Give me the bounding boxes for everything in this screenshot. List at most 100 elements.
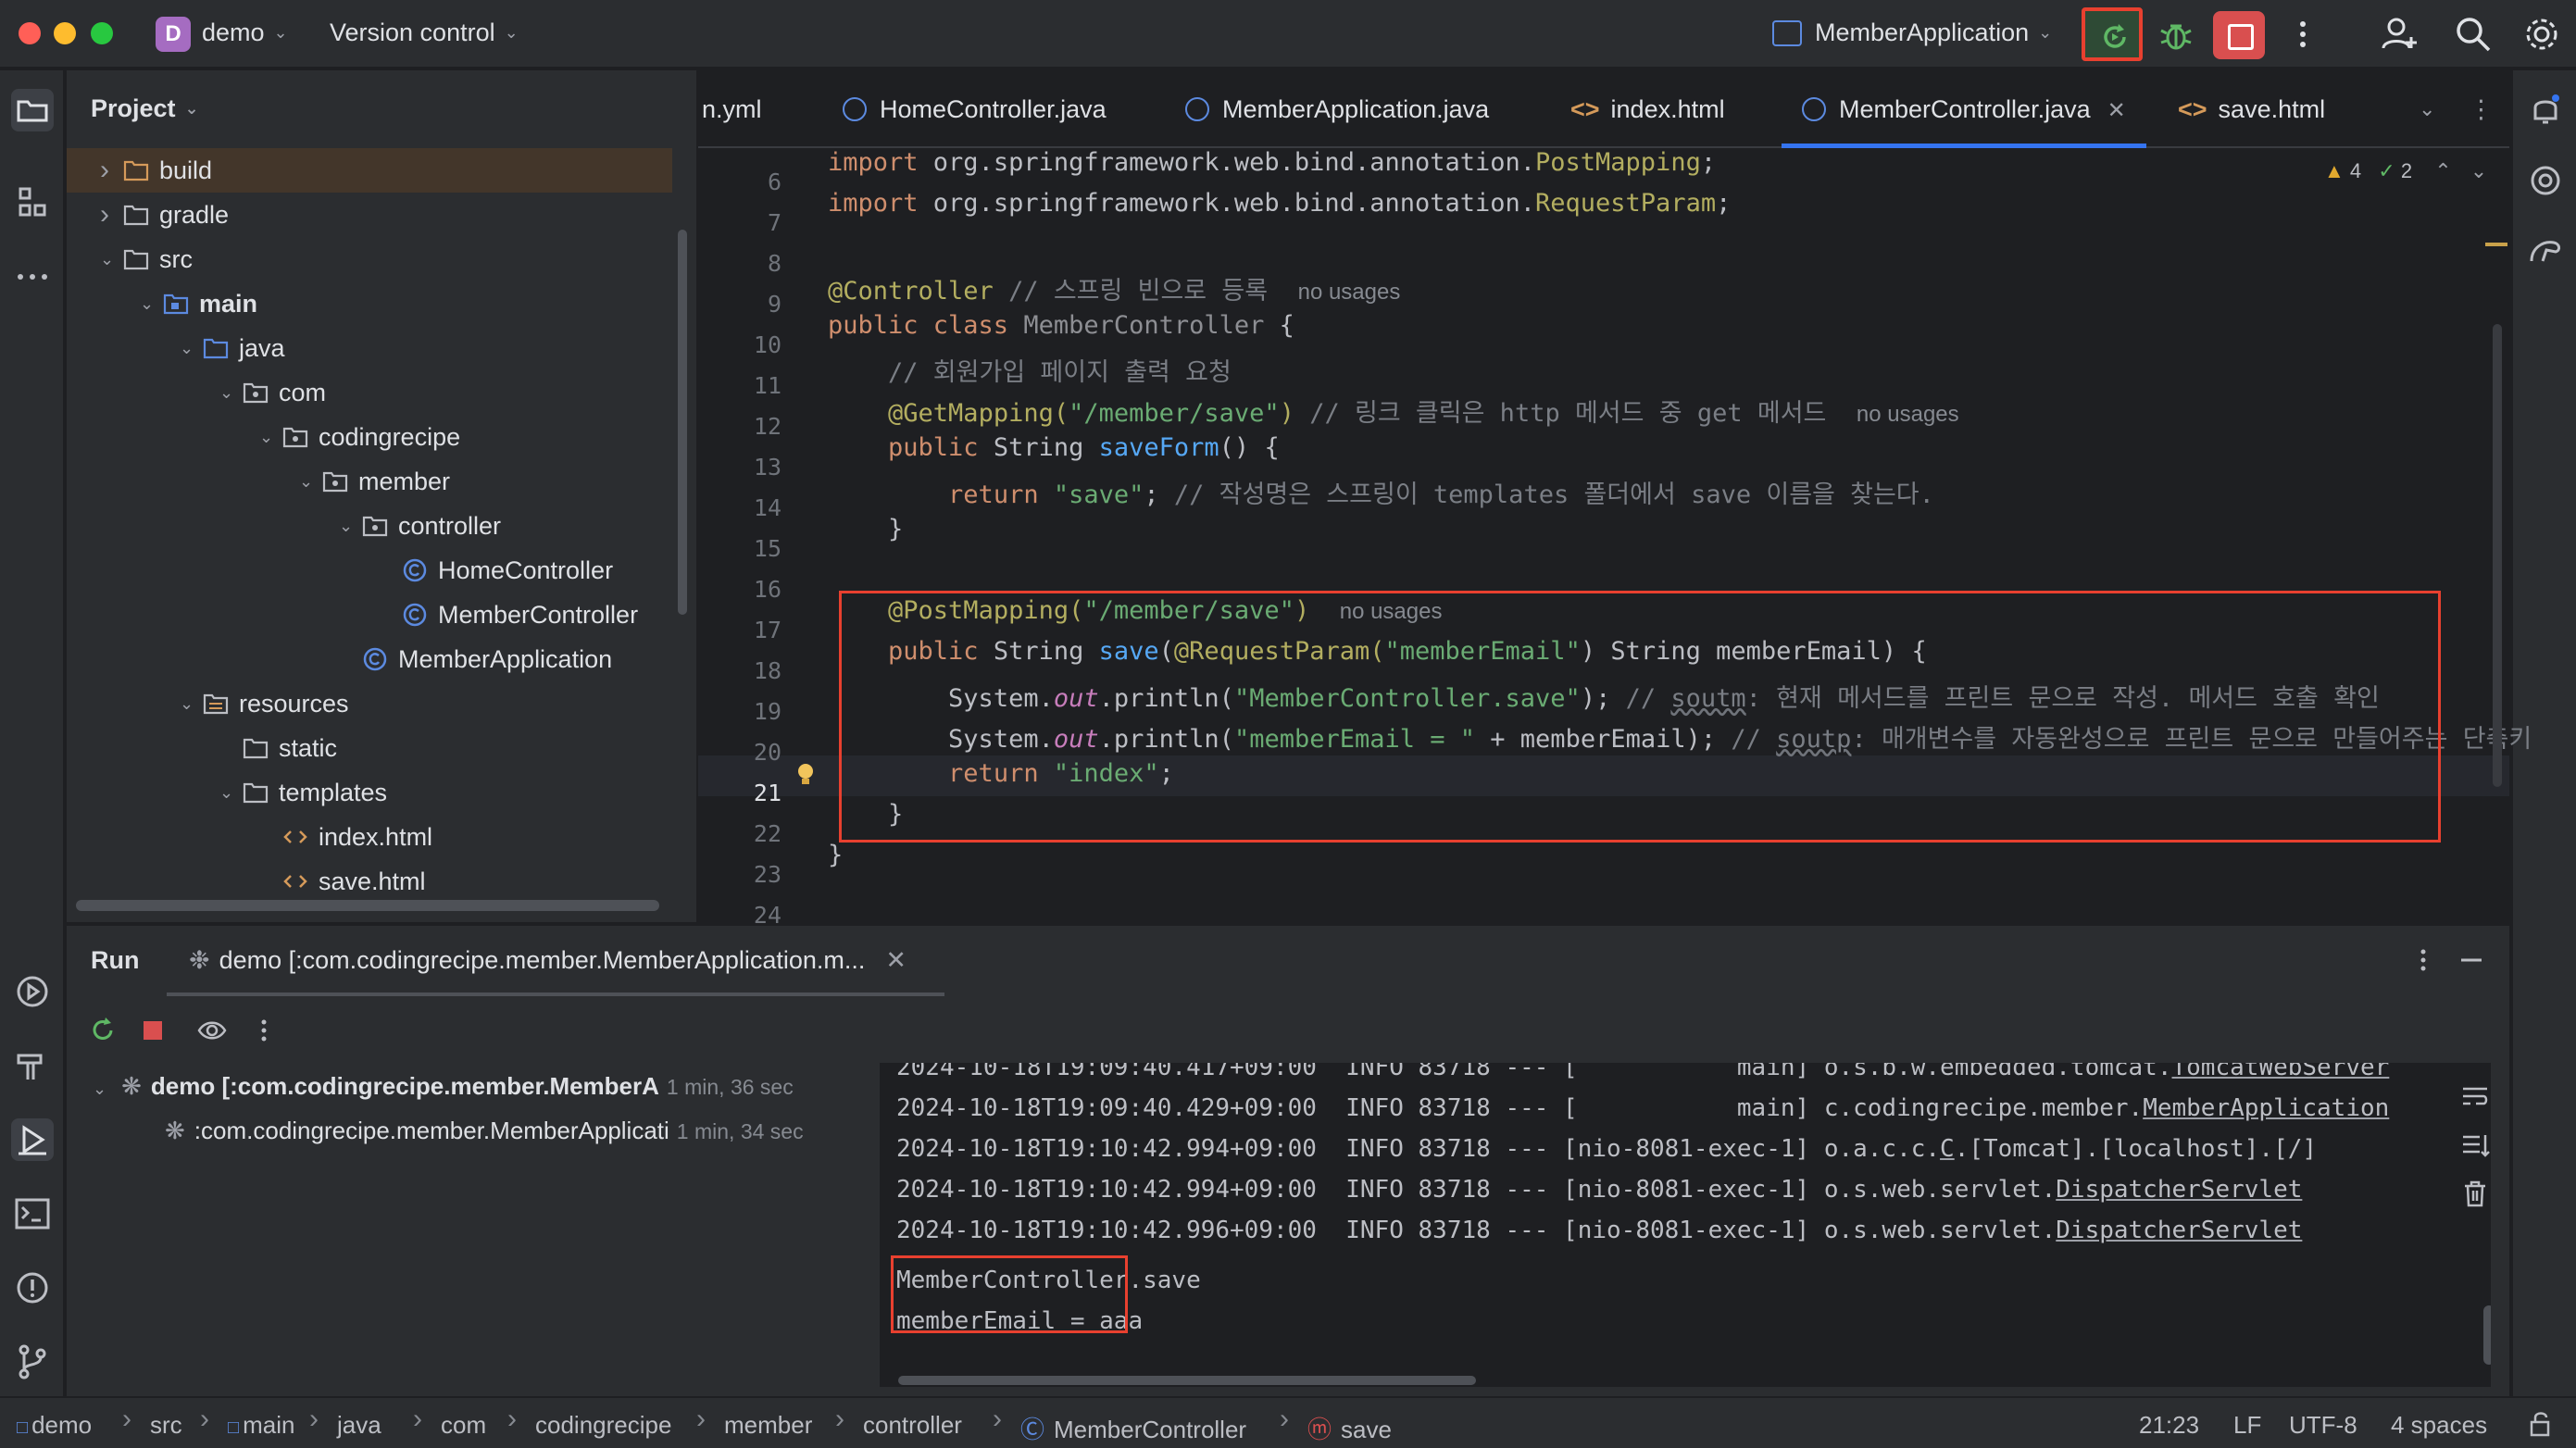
code-line-15[interactable]: } [828, 515, 903, 543]
tree-item[interactable]: ⌄ main [67, 281, 678, 326]
project-switcher[interactable]: demo ⌄ [202, 19, 288, 47]
chevron-down-icon[interactable]: ⌄ [140, 281, 154, 326]
console-output[interactable]: 2024-10-18T19:09:40.417+09:00 INFO 83718… [880, 1063, 2491, 1387]
project-vertical-scrollbar[interactable] [678, 230, 687, 615]
run-session-tab[interactable]: ❉ demo [:com.codingrecipe.member.MemberAp… [189, 946, 907, 975]
line-number[interactable]: 6 [698, 169, 782, 195]
usage-hint[interactable]: no usages [1857, 402, 1959, 427]
caret-position[interactable]: 21:23 [2139, 1411, 2199, 1440]
run-tree-item[interactable]: ⌄ ❋ demo [:com.codingrecipe.member.MemberA… [93, 1072, 794, 1101]
window-minimize-button[interactable] [54, 22, 76, 44]
window-close-button[interactable] [19, 22, 41, 44]
line-ending[interactable]: LF [2233, 1411, 2261, 1440]
line-number[interactable]: 11 [698, 372, 782, 399]
code-line-11[interactable]: // 회원가입 페이지 출력 요청 [828, 352, 1232, 388]
run-panel-more-icon[interactable] [2407, 944, 2439, 976]
close-tab-icon[interactable]: ✕ [2107, 98, 2126, 123]
tree-item[interactable]: save.html [67, 859, 678, 894]
chevron-down-icon[interactable]: ⌄ [339, 504, 353, 548]
line-number[interactable]: 21 [698, 780, 782, 806]
settings-gear-icon[interactable] [2520, 13, 2563, 56]
tree-item[interactable]: ⌄ member [67, 459, 678, 504]
git-branch-icon[interactable] [11, 1341, 54, 1383]
line-number[interactable]: 12 [698, 413, 782, 440]
tab-member-application[interactable]: MemberApplication.java [1185, 70, 1489, 148]
tree-item[interactable]: › build [67, 148, 672, 193]
close-run-tab-icon[interactable]: ✕ [885, 946, 907, 974]
breadcrumb-item[interactable]: □ demo [17, 1411, 92, 1440]
tree-item[interactable]: MemberApplication [67, 637, 678, 681]
run-tool-icon[interactable] [11, 1118, 54, 1161]
more-vertical-icon[interactable] [2282, 13, 2324, 56]
tree-item[interactable]: ⌄ src [67, 237, 678, 281]
code-line-6[interactable]: import org.springframework.web.bind.anno… [828, 148, 1716, 177]
add-user-icon[interactable] [2378, 13, 2420, 56]
tab-save-html[interactable]: <> save.html [2178, 70, 2325, 148]
usage-hint[interactable]: no usages [1298, 280, 1401, 305]
chevron-down-icon[interactable]: ⌄ [219, 370, 233, 415]
tree-item[interactable]: ⌄ templates [67, 770, 678, 815]
breadcrumb-item[interactable]: com [441, 1411, 486, 1440]
project-badge[interactable]: D [156, 17, 191, 52]
problems-icon[interactable] [11, 1267, 54, 1309]
code-line-10[interactable]: public class MemberController { [828, 311, 1294, 340]
line-number[interactable]: 14 [698, 494, 782, 521]
code-line-9[interactable]: @Controller // 스프링 빈으로 등록 no usages [828, 270, 1400, 306]
tree-item[interactable]: ⌄ codingrecipe [67, 415, 678, 459]
tab-yml[interactable]: n.yml [702, 70, 762, 148]
structure-icon[interactable] [11, 181, 54, 224]
line-number[interactable]: 20 [698, 739, 782, 766]
line-number[interactable]: 23 [698, 861, 782, 888]
tree-item[interactable]: ⌄ resources [67, 681, 678, 726]
tree-item[interactable]: MemberController [67, 593, 678, 637]
line-number[interactable]: 10 [698, 331, 782, 358]
editor-vertical-scrollbar[interactable] [2493, 324, 2502, 787]
tree-item[interactable]: static [67, 726, 678, 770]
breadcrumb-item[interactable]: ⓜ save [1307, 1411, 1392, 1445]
search-icon[interactable] [2452, 13, 2495, 56]
line-number[interactable]: 9 [698, 291, 782, 318]
rerun-button[interactable] [2082, 7, 2143, 61]
run-tree-item[interactable]: ❋:com.codingrecipe.member.MemberApplicat… [165, 1117, 804, 1145]
line-number[interactable]: 19 [698, 698, 782, 725]
next-highlight-icon[interactable]: ⌄ [2470, 159, 2487, 182]
line-number[interactable]: 15 [698, 535, 782, 562]
previous-highlight-icon[interactable]: ⌃ [2434, 159, 2451, 182]
chevron-down-icon[interactable]: ⌄ [219, 770, 233, 815]
chevron-down-icon[interactable]: ⌄ [180, 681, 194, 726]
chevron-right-icon[interactable]: › [100, 193, 109, 237]
inspection-widget[interactable]: ▲ 4 ✓ 2 ⌃ ⌄ [2324, 159, 2487, 183]
build-hammer-icon[interactable] [11, 1044, 54, 1087]
tab-index-html[interactable]: <> index.html [1570, 70, 1725, 148]
tree-item[interactable]: HomeController [67, 548, 678, 593]
line-number[interactable]: 17 [698, 617, 782, 643]
line-number[interactable]: 22 [698, 820, 782, 847]
project-folder-icon[interactable] [11, 89, 54, 131]
more-horizontal-icon[interactable] [11, 256, 54, 298]
gradle-icon[interactable] [2524, 230, 2567, 272]
tabs-dropdown-icon[interactable]: ⌄ [2419, 70, 2435, 148]
indent-setting[interactable]: 4 spaces [2391, 1411, 2487, 1440]
chevron-down-icon[interactable]: ⌄ [299, 459, 313, 504]
ai-assistant-icon[interactable] [2524, 159, 2567, 202]
version-control-menu[interactable]: Version control ⌄ [330, 19, 519, 47]
scroll-to-end-icon[interactable] [2459, 1130, 2491, 1161]
chevron-down-icon[interactable]: ⌄ [100, 237, 114, 281]
breadcrumb-item[interactable]: controller [863, 1411, 962, 1440]
project-horizontal-scrollbar[interactable] [76, 900, 659, 911]
chevron-down-icon[interactable]: ⌄ [180, 326, 194, 370]
console-horizontal-scrollbar[interactable] [898, 1376, 1476, 1385]
chevron-right-icon[interactable]: › [100, 148, 109, 193]
notifications-bell-icon[interactable] [2524, 89, 2567, 131]
warning-stripe-mark[interactable] [2485, 243, 2507, 246]
intention-bulb-icon[interactable] [794, 761, 817, 791]
tab-home-controller[interactable]: HomeController.java [843, 70, 1107, 148]
services-icon[interactable] [11, 970, 54, 1013]
line-number[interactable]: 16 [698, 576, 782, 603]
read-only-lock-icon[interactable] [2526, 1409, 2556, 1439]
tree-item[interactable]: › gradle [67, 193, 678, 237]
tab-member-controller[interactable]: MemberController.java ✕ [1782, 70, 2146, 148]
code-line-23[interactable]: } [828, 841, 843, 869]
terminal-icon[interactable] [11, 1192, 54, 1235]
tree-item[interactable]: ⌄ controller [67, 504, 678, 548]
